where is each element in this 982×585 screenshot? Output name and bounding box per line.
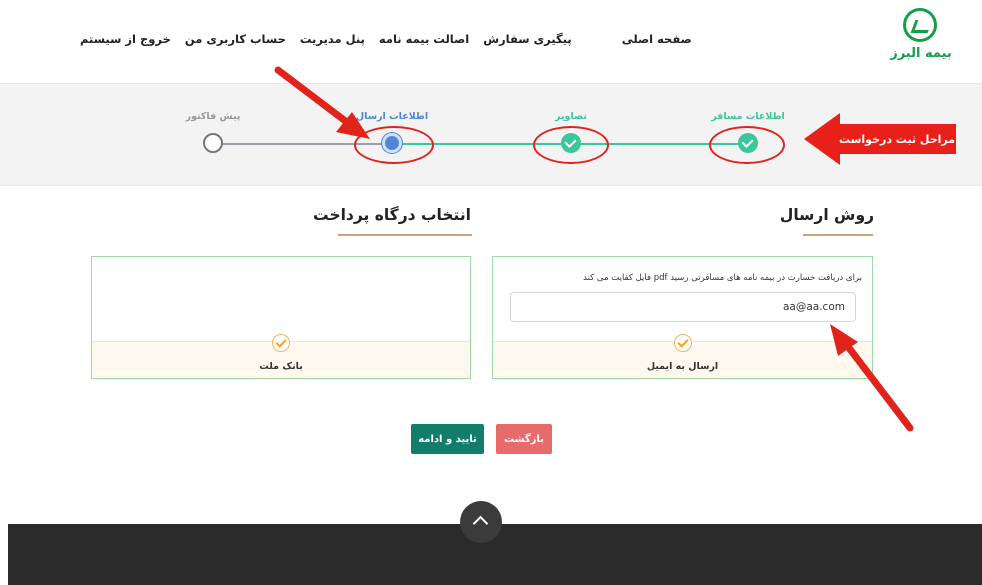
- back-button[interactable]: بازگشت: [496, 424, 552, 454]
- step-label: اطلاعات ارسال: [355, 111, 429, 122]
- alborz-logo-icon[interactable]: بیمه البرز: [886, 8, 956, 68]
- nav-home[interactable]: صفحه اصلی: [622, 32, 692, 46]
- nav-policy-authenticity[interactable]: اصالت بیمه نامه: [379, 32, 469, 46]
- bank-mellat-card[interactable]: بانک ملت: [91, 256, 471, 379]
- annotation-circle: [533, 126, 609, 164]
- top-header: صفحه اصلی پیگیری سفارش اصالت بیمه نامه پ…: [0, 0, 982, 83]
- step-label: پیش فاکتور: [185, 111, 241, 122]
- annotation-circle: [354, 126, 434, 164]
- logo-emblem: [903, 8, 937, 42]
- step-images: تصاویر: [516, 111, 626, 127]
- delivery-email-card[interactable]: برای دریافت خسارت در بیمه نامه های مسافر…: [492, 256, 873, 379]
- email-field[interactable]: [510, 292, 856, 322]
- step-pending-icon: [203, 133, 223, 153]
- confirm-continue-button[interactable]: تایید و ادامه: [411, 424, 484, 454]
- step-label: تصاویر: [555, 111, 587, 122]
- step-delivery-info: اطلاعات ارسال: [337, 111, 447, 127]
- step-invoice: پیش فاکتور: [158, 111, 268, 127]
- selected-check-icon: [272, 334, 290, 352]
- annotation-banner: مراحل ثبت درخواست: [804, 113, 956, 165]
- nav-order-tracking[interactable]: پیگیری سفارش: [483, 32, 572, 46]
- title-underline: [803, 234, 873, 236]
- step-label: اطلاعات مسافر: [711, 111, 785, 122]
- payment-option-label: بانک ملت: [259, 360, 303, 372]
- delivery-description: برای دریافت خسارت در بیمه نامه های مسافر…: [583, 273, 862, 283]
- arrow-head-icon: [804, 113, 840, 165]
- nav-my-account[interactable]: حساب کاربری من: [185, 32, 286, 46]
- nav-logout[interactable]: خروج از سیستم: [80, 32, 171, 46]
- delivery-method-title: روش ارسال: [779, 206, 874, 224]
- delivery-option-label: ارسال به ایمیل: [646, 360, 719, 372]
- annotation-label: مراحل ثبت درخواست: [838, 124, 956, 154]
- main-nav: صفحه اصلی پیگیری سفارش اصالت بیمه نامه پ…: [80, 32, 692, 46]
- nav-admin-panel[interactable]: پنل مدیریت: [300, 32, 365, 46]
- payment-gateway-title: انتخاب درگاه پرداخت: [313, 206, 471, 224]
- nav-spacer: [586, 32, 608, 46]
- step-passenger-info: اطلاعات مسافر: [693, 111, 803, 127]
- logo-text: بیمه البرز: [890, 46, 952, 61]
- selected-check-icon: [673, 334, 692, 352]
- title-underline: [338, 234, 472, 236]
- annotation-circle: [709, 126, 785, 164]
- scroll-to-top-icon[interactable]: [460, 501, 502, 543]
